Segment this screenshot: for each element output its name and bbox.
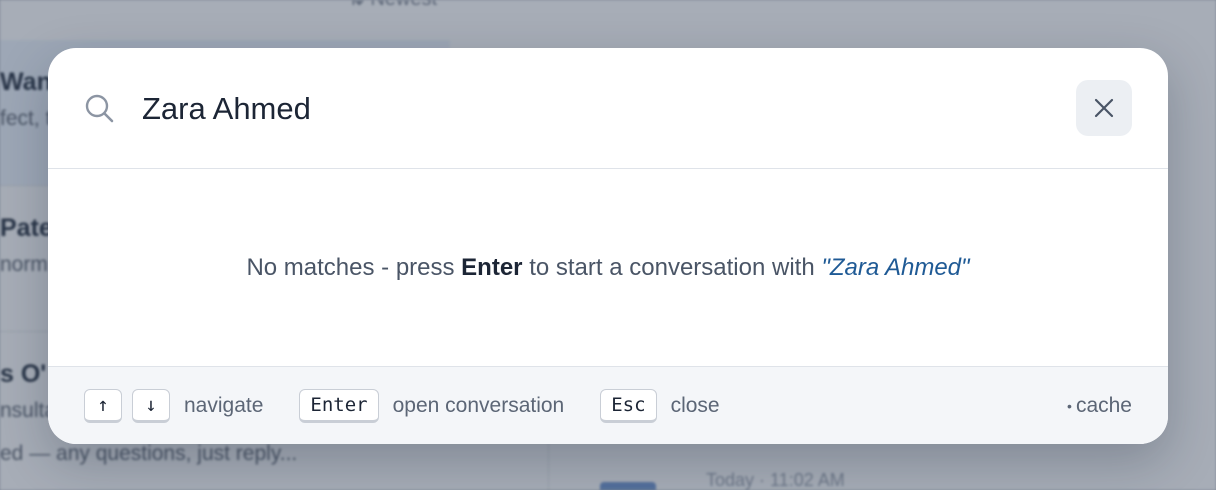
search-bar [48,48,1168,169]
empty-state-middle: to start a conversation with [522,253,822,281]
search-input[interactable] [142,82,1042,136]
search-icon [84,93,116,125]
empty-state-prefix: No matches - press [246,253,462,281]
up-arrow-key: ↑ [84,388,122,423]
search-modal: No matches - press Enter to start a conv… [48,48,1168,444]
close-icon [1093,97,1115,119]
down-arrow-key: ↓ [132,388,170,423]
cache-dot: • [1067,397,1072,414]
close-hint: close [670,393,720,417]
keyboard-hints-footer: ↑ ↓ navigate Enter open conversation Esc… [48,366,1168,444]
empty-state-message: No matches - press Enter to start a conv… [246,254,969,282]
cache-label: cache [1075,393,1132,417]
search-results: No matches - press Enter to start a conv… [48,169,1168,366]
esc-key: Esc [600,388,657,423]
close-button[interactable] [1076,80,1132,136]
open-conversation-hint: open conversation [392,393,565,417]
navigate-hint: navigate [184,393,264,417]
start-conversation-link[interactable]: "Zara Ahmed" [821,254,969,281]
empty-state-key: Enter [461,253,523,281]
enter-key: Enter [299,388,379,423]
cache-indicator: • cache [1067,394,1132,418]
